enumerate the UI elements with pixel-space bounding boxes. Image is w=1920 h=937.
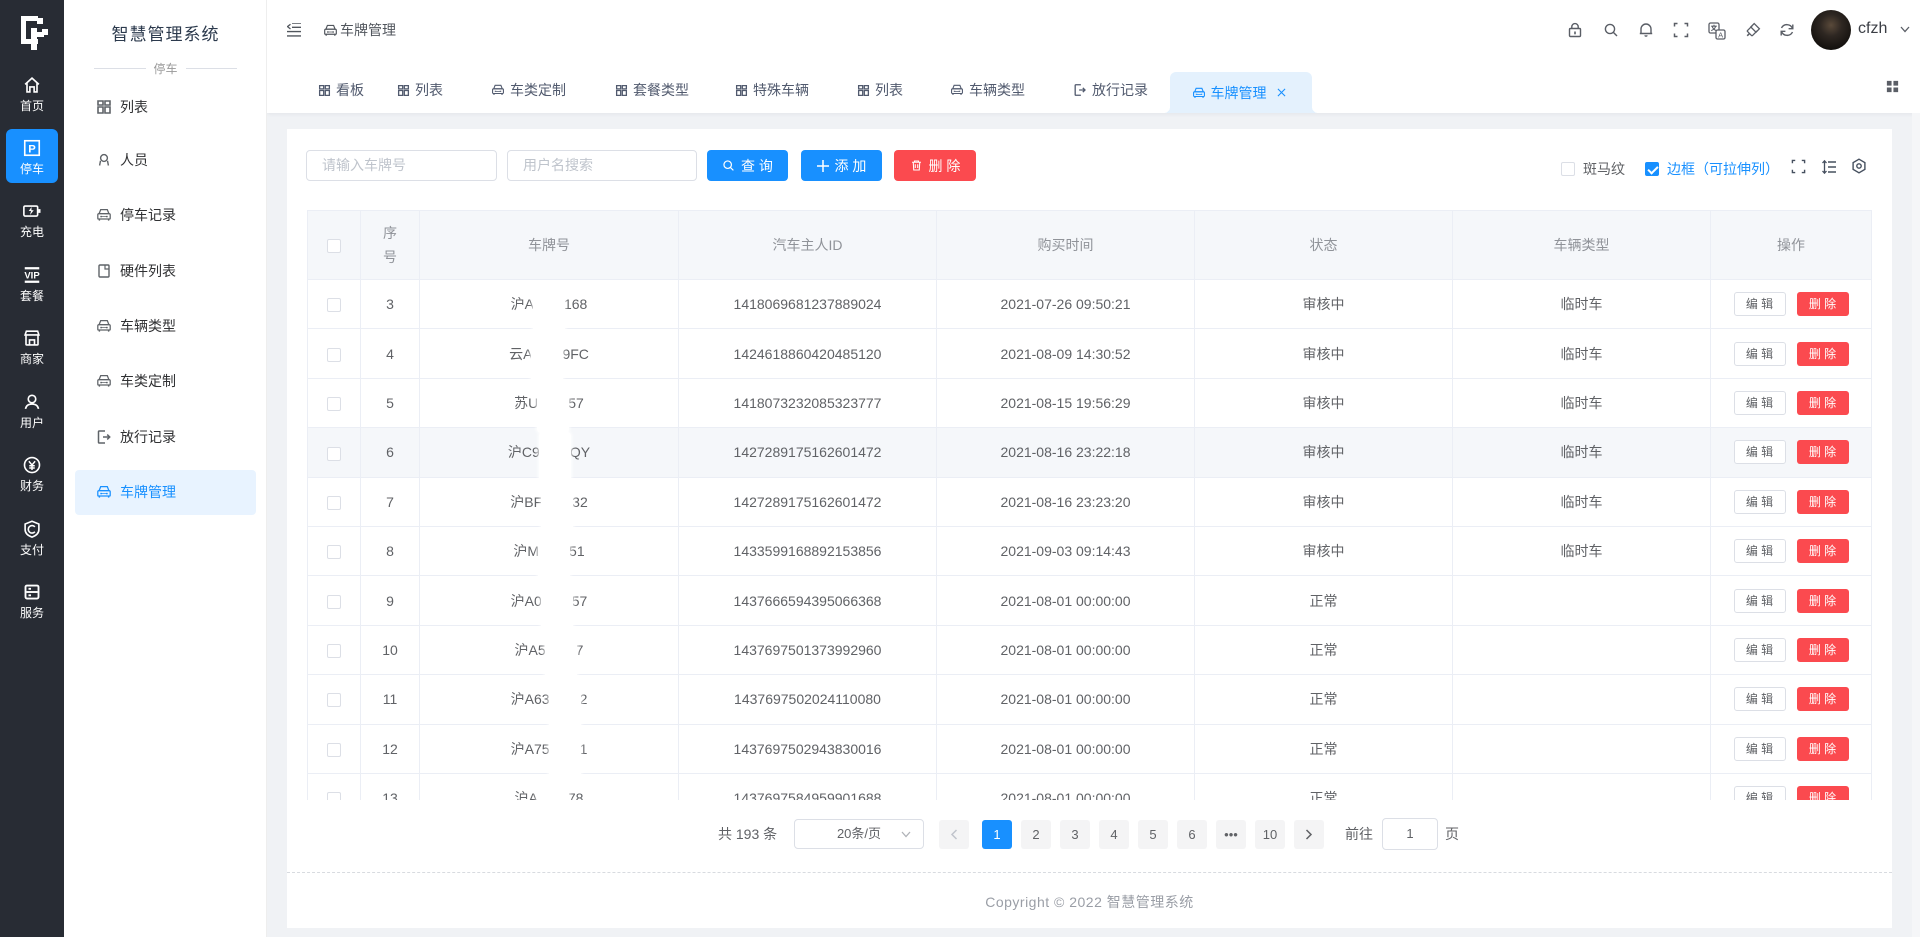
svg-text:P: P bbox=[28, 143, 36, 155]
svg-text:A: A bbox=[1718, 30, 1723, 39]
svg-text:VIP: VIP bbox=[24, 270, 40, 281]
